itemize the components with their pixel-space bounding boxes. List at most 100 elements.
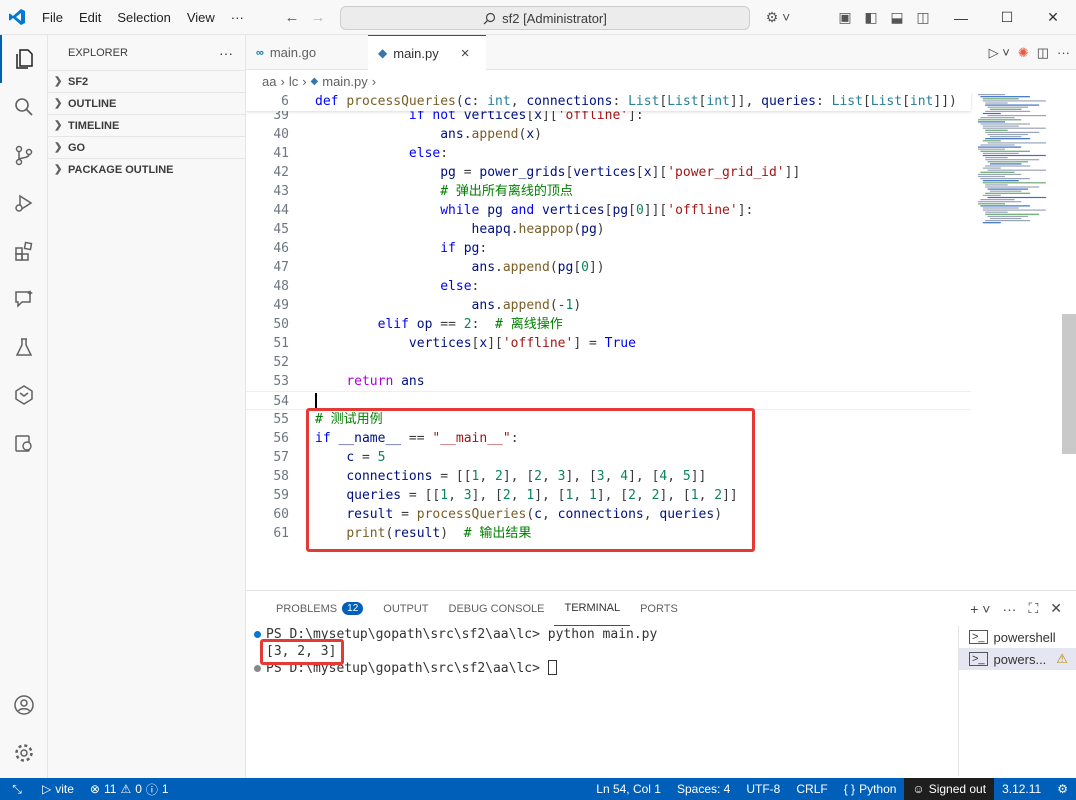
remote-explorer-icon[interactable]: [0, 371, 48, 419]
code-line[interactable]: 47 ans.append(pg[0]): [246, 258, 971, 277]
explorer-icon[interactable]: [0, 35, 48, 83]
status-python-version[interactable]: 3.12.11: [994, 778, 1049, 800]
section-sf2[interactable]: ❯ SF2: [48, 70, 245, 92]
tab-output[interactable]: OUTPUT: [373, 591, 438, 626]
menu-file[interactable]: File: [34, 10, 71, 25]
section-go[interactable]: ❯ GO: [48, 136, 245, 158]
run-python-icon[interactable]: ▷ ˅: [989, 45, 1010, 61]
maximize-panel-icon[interactable]: ⛶: [1028, 600, 1038, 617]
close-panel-icon[interactable]: ✕: [1050, 600, 1062, 617]
menu-more[interactable]: ···: [223, 10, 252, 25]
minimap-line: [980, 150, 1030, 152]
code-line[interactable]: 43 # 弹出所有离线的顶点: [246, 182, 971, 201]
minimap-line: [985, 213, 1040, 215]
code-line[interactable]: 52: [246, 353, 971, 372]
minimap-line: [982, 222, 1001, 224]
toggle-sidebar-icon[interactable]: ◧: [858, 9, 884, 26]
editor-actions: ▷ ˅ ✺ ◫ ···: [989, 35, 1070, 70]
code-line[interactable]: 46 if pg:: [246, 239, 971, 258]
line-number: 46: [273, 241, 289, 256]
section-outline[interactable]: ❯ OUTLINE: [48, 92, 245, 114]
section-timeline[interactable]: ❯ TIMELINE: [48, 114, 245, 136]
source-control-icon[interactable]: [0, 131, 48, 179]
toggle-panel-icon[interactable]: ⬓: [884, 9, 910, 26]
back-arrow-icon[interactable]: ←: [280, 9, 304, 26]
tab-ports[interactable]: PORTS: [630, 591, 688, 626]
status-eol[interactable]: CRLF: [788, 778, 835, 800]
copilot-icon[interactable]: ⚙ ˅: [760, 9, 796, 26]
tab-problems[interactable]: PROBLEMS 12: [266, 591, 373, 626]
terminal[interactable]: PS D:\mysetup\gopath\src\sf2\aa\lc> pyth…: [246, 626, 946, 776]
code-line[interactable]: 48 else:: [246, 277, 971, 296]
toggle-secondary-sidebar-icon[interactable]: ◫: [910, 9, 936, 26]
code-line[interactable]: 44 while pg and vertices[pg[0]]['offline…: [246, 201, 971, 220]
code-line[interactable]: 41 else:: [246, 144, 971, 163]
status-branch[interactable]: ▷ vite: [34, 778, 82, 800]
layout-customize-icon[interactable]: ▣: [832, 9, 858, 26]
remote-icon[interactable]: ⤡: [0, 778, 34, 800]
testing-icon[interactable]: [0, 323, 48, 371]
tab-main-go[interactable]: ∞ main.go: [246, 35, 366, 70]
minimize-icon[interactable]: —: [938, 0, 984, 35]
section-package-outline[interactable]: ❯ PACKAGE OUTLINE: [48, 158, 245, 180]
minimap-line: [980, 178, 1030, 180]
minimap-line: [985, 211, 1008, 213]
code-line[interactable]: 50 elif op == 2: # 离线操作: [246, 315, 971, 334]
status-cursor-position[interactable]: Ln 54, Col 1: [588, 778, 669, 800]
run-debug-icon[interactable]: [0, 179, 48, 227]
menu-view[interactable]: View: [179, 10, 223, 25]
go-file-icon: ∞: [256, 46, 264, 59]
settings-gear-icon[interactable]: [0, 729, 48, 777]
search-view-icon[interactable]: [0, 83, 48, 131]
maximize-icon[interactable]: ☐: [984, 0, 1030, 35]
error-count: 11: [103, 782, 117, 796]
notifications-icon[interactable]: ⚙: [1049, 778, 1076, 800]
minimap-line: [978, 201, 1022, 203]
accounts-icon[interactable]: [0, 681, 48, 729]
code-line[interactable]: 42 pg = power_grids[vertices[x]['power_g…: [246, 163, 971, 182]
extensions-icon[interactable]: [0, 227, 48, 275]
code-line[interactable]: 53 return ans: [246, 372, 971, 391]
minimap-line: [985, 192, 1031, 194]
docker-icon[interactable]: [0, 419, 48, 467]
status-account[interactable]: ☺ Signed out: [904, 778, 995, 800]
code-editor[interactable]: 6 def processQueries(c: int, connections…: [246, 92, 1076, 590]
terminal-item-powershell-active[interactable]: >_ powers... ⚠: [959, 648, 1076, 670]
close-tab-icon[interactable]: ×: [461, 45, 470, 62]
minimap-line: [985, 131, 1040, 133]
code-text: ans.append(x): [440, 127, 542, 142]
tab-debug-console[interactable]: DEBUG CONSOLE: [439, 591, 555, 626]
panel-more-icon[interactable]: ···: [1002, 601, 1016, 617]
terminal-item-powershell[interactable]: >_ powershell: [959, 626, 1076, 648]
more-actions-icon[interactable]: ···: [219, 45, 233, 61]
command-center[interactable]: sf2 [Administrator]: [340, 6, 750, 30]
tab-terminal[interactable]: TERMINAL: [554, 591, 631, 626]
chat-icon[interactable]: [0, 275, 48, 323]
new-terminal-icon[interactable]: + ˅: [970, 601, 990, 617]
menu-selection[interactable]: Selection: [109, 10, 178, 25]
breadcrumb-lc[interactable]: lc: [289, 74, 298, 89]
status-indentation[interactable]: Spaces: 4: [669, 778, 738, 800]
minimap-line: [987, 215, 1029, 217]
forward-arrow-icon[interactable]: →: [306, 9, 330, 26]
code-line[interactable]: 49 ans.append(-1): [246, 296, 971, 315]
sidebar-title: EXPLORER: [68, 46, 128, 59]
status-language[interactable]: { } Python: [836, 778, 905, 800]
tab-main-py[interactable]: ◆ main.py ×: [368, 35, 486, 70]
editor-scrollbar[interactable]: [1062, 314, 1076, 454]
breadcrumb-file[interactable]: main.py: [322, 74, 368, 89]
editor-more-icon[interactable]: ···: [1057, 45, 1070, 60]
copilot-sparkle-icon[interactable]: ✺: [1018, 45, 1029, 61]
status-problems[interactable]: ⊗ 11 ⚠ 0 ⓘ 1: [82, 778, 177, 800]
minimap[interactable]: [976, 92, 1066, 232]
breadcrumb-aa[interactable]: aa: [262, 74, 276, 89]
sticky-scroll-line[interactable]: 6 def processQueries(c: int, connections…: [246, 92, 971, 111]
menu-edit[interactable]: Edit: [71, 10, 109, 25]
code-line[interactable]: 51 vertices[x]['offline'] = True: [246, 334, 971, 353]
code-text: ans.append(-1): [471, 298, 582, 313]
split-editor-icon[interactable]: ◫: [1037, 45, 1049, 61]
close-window-icon[interactable]: ✕: [1030, 0, 1076, 35]
code-line[interactable]: 45 heapq.heappop(pg): [246, 220, 971, 239]
status-encoding[interactable]: UTF-8: [738, 778, 788, 800]
code-line[interactable]: 40 ans.append(x): [246, 125, 971, 144]
